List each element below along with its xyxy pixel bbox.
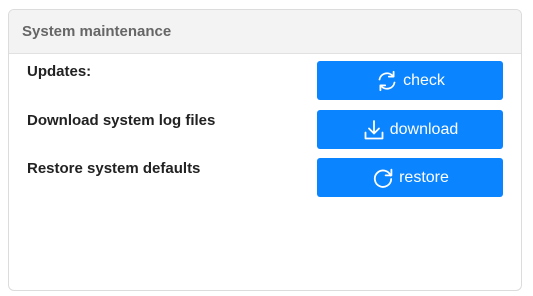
system-maintenance-panel: System maintenance Updates: check Downlo…	[8, 9, 522, 291]
download-button-label: download	[389, 120, 459, 138]
download-icon	[362, 118, 386, 142]
updates-row: Updates: check	[27, 61, 503, 101]
download-logs-label: Download system log files	[27, 112, 216, 129]
panel-title: System maintenance	[22, 23, 172, 40]
download-button[interactable]: download	[317, 110, 503, 149]
restore-button[interactable]: restore	[317, 158, 503, 197]
check-button[interactable]: check	[317, 61, 503, 100]
updates-label: Updates:	[27, 63, 92, 80]
restore-button-label: restore	[399, 168, 449, 186]
restore-defaults-row: Restore system defaults restore	[27, 158, 503, 198]
restore-defaults-label: Restore system defaults	[27, 160, 201, 177]
panel-header: System maintenance	[9, 10, 521, 54]
refresh-icon	[375, 69, 399, 93]
restore-icon	[371, 166, 395, 190]
download-logs-row: Download system log files download	[27, 110, 503, 150]
check-button-label: check	[403, 71, 445, 89]
